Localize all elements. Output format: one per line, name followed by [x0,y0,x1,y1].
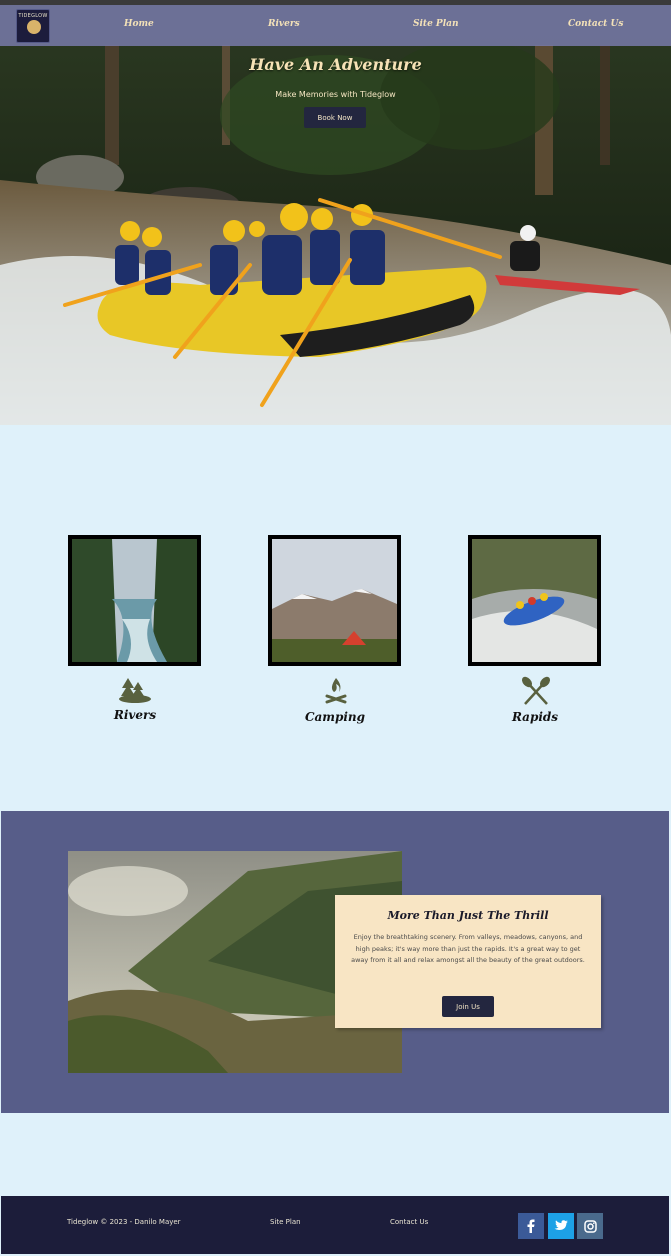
feature-label-rapids: Rapids [511,710,559,724]
promo-title: More Than Just The Thrill [387,909,549,922]
logo-emblem-icon [27,20,41,34]
nav-link-site-plan[interactable]: Site Plan [413,19,459,29]
hero-title: Have An Adventure [249,55,422,74]
tideglow-logo[interactable]: TIDEGLOW [16,9,50,43]
footer-link-site-plan[interactable]: Site Plan [270,1218,301,1226]
instagram-icon[interactable] [577,1213,603,1239]
feature-label-rivers: Rivers [113,708,157,722]
nav-link-home[interactable]: Home [124,19,154,29]
campfire-icon [325,678,347,704]
promo-description: Enjoy the breathtaking scenery. From val… [351,933,585,964]
feature-label-camping: Camping [304,710,366,724]
hero-subtitle: Make Memories with Tideglow [275,90,396,99]
crossed-paddles-icon [522,676,550,705]
footer-copyright: Tideglow © 2023 - Danilo Mayer [67,1218,181,1226]
rivers-card-image[interactable] [68,535,201,666]
logo-text: TIDEGLOW [18,13,48,19]
rapids-card-image[interactable] [468,535,601,666]
top-navbar: TIDEGLOW Home Rivers Site Plan Contact U… [0,5,671,46]
nav-link-contact-us[interactable]: Contact Us [568,19,623,29]
book-now-button[interactable]: Book Now [304,107,366,128]
promo-card: More Than Just The Thrill Enjoy the brea… [335,895,601,1028]
camping-card-image[interactable] [268,535,401,666]
trees-icon [119,678,151,703]
join-us-button[interactable]: Join Us [442,996,494,1017]
facebook-icon[interactable] [518,1213,544,1239]
nav-link-rivers[interactable]: Rivers [268,19,300,29]
footer-link-contact-us[interactable]: Contact Us [390,1218,428,1226]
twitter-icon[interactable] [548,1213,574,1239]
